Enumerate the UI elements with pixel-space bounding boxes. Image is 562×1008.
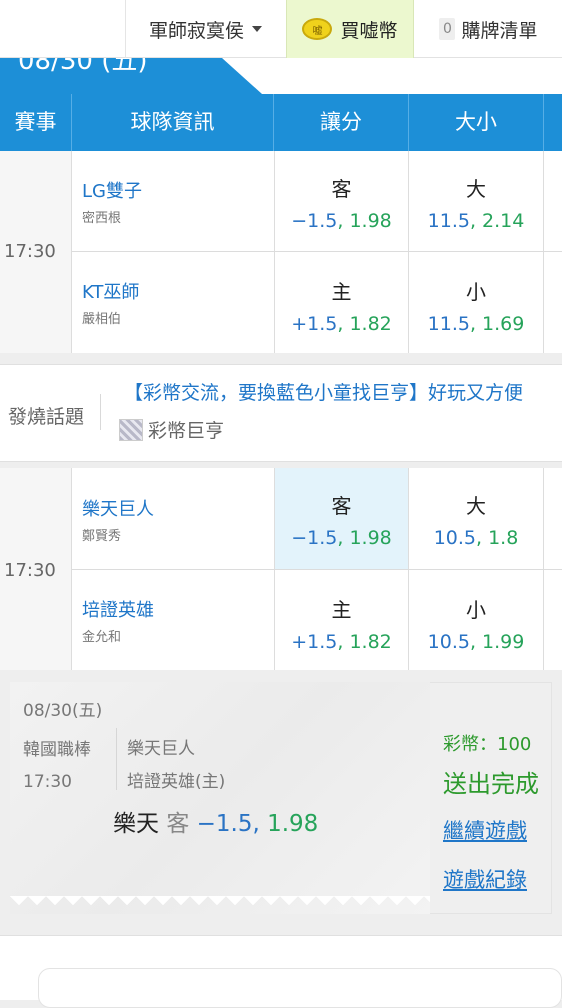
odds-value: 1.82 — [349, 313, 392, 335]
bet-odds: 1.98 — [267, 811, 319, 837]
ticket-team-away: 樂天巨人 — [127, 739, 195, 759]
odds-value: 1.98 — [349, 210, 392, 232]
header-handicap: 讓分 — [274, 94, 409, 151]
ticket-date: 08/30(五) — [23, 701, 103, 721]
pitcher-name: 鄭賢秀 — [82, 529, 122, 544]
side-label: 主 — [331, 598, 352, 622]
coin-icon: 嘘 — [302, 18, 333, 40]
side-label: 客 — [331, 494, 352, 518]
over-under-cell[interactable]: 大 11.5, 2.14 — [409, 151, 543, 251]
submit-status: 送出完成 — [443, 770, 539, 798]
pitcher-name: 密西根 — [82, 211, 122, 226]
team-name[interactable]: 樂天巨人 — [82, 495, 154, 521]
pitcher-name: 金允和 — [82, 630, 122, 645]
avatar — [119, 418, 143, 441]
bet-team: 樂天 — [113, 811, 159, 837]
user-name: 軍師寂寞侯 — [148, 19, 244, 42]
cart-label: 購牌清單 — [461, 19, 538, 42]
game-history-link[interactable]: 遊戲紀錄 — [443, 864, 527, 894]
buy-coins-label: 買嘘幣 — [340, 19, 398, 42]
buy-coins-button[interactable]: 嘘 買嘘幣 — [286, 0, 414, 58]
odds-value: 1.82 — [349, 631, 392, 653]
line-value: −1.5 — [291, 527, 338, 549]
handicap-cell[interactable]: 客 −1.5, 1.98 — [275, 151, 408, 251]
side-label: 大 — [466, 494, 486, 518]
line-value: 11.5 — [427, 210, 470, 232]
odds-value: 1.98 — [349, 527, 392, 549]
line-value: 11.5 — [427, 313, 470, 335]
over-under-cell[interactable]: 小 10.5, 1.99 — [409, 570, 543, 670]
cart-button[interactable]: 0 購牌清單 — [415, 0, 562, 58]
date-tab-label: 08/30 (五) — [18, 58, 148, 76]
handicap-cell[interactable]: 主 +1.5, 1.82 — [275, 252, 408, 353]
line-value: 10.5 — [433, 527, 476, 549]
user-menu[interactable]: 軍師寂寞侯 — [125, 0, 285, 58]
hot-topic-label: 發燒話題 — [8, 406, 85, 428]
team-name[interactable]: LG雙子 — [82, 177, 142, 203]
odds-value: 2.14 — [482, 210, 525, 232]
bottom-card — [38, 968, 562, 1008]
line-value: −1.5 — [291, 210, 338, 232]
ticket-bet-summary: 樂天 客 −1.5, 1.98 — [113, 804, 318, 838]
hot-topic-author[interactable]: 彩幣巨亨 — [119, 416, 224, 443]
game-time: 17:30 — [4, 560, 56, 581]
side-label: 主 — [331, 280, 352, 304]
bet-line: −1.5, — [196, 811, 260, 837]
header-event: 賽事 — [0, 94, 72, 151]
side-label: 客 — [331, 177, 352, 201]
line-value: +1.5 — [291, 631, 338, 653]
side-label: 小 — [466, 280, 486, 304]
odds-value: 1.8 — [488, 527, 519, 549]
game-time: 17:30 — [4, 241, 56, 262]
bet-side: 客 — [166, 811, 190, 837]
team-name[interactable]: 培證英雄 — [82, 596, 154, 622]
odds-value: 1.69 — [482, 313, 525, 335]
handicap-cell-selected[interactable]: 客 −1.5, 1.98 — [275, 468, 408, 569]
table-header: 賽事 球隊資訊 讓分 大小 — [0, 94, 562, 151]
caret-down-icon — [252, 26, 262, 32]
odds-value: 1.99 — [482, 631, 525, 653]
over-under-cell[interactable]: 大 10.5, 1.8 — [409, 468, 543, 569]
ticket-time: 17:30 — [23, 772, 72, 792]
pitcher-name: 嚴相伯 — [82, 312, 122, 327]
line-value: 10.5 — [427, 631, 470, 653]
hot-topic-link[interactable]: 【彩幣交流，要換藍色小童找巨亨】好玩又方便 — [124, 378, 523, 405]
author-name: 彩幣巨亨 — [148, 420, 225, 442]
ticket-league: 韓國職棒 — [23, 740, 91, 760]
cart-count-badge: 0 — [439, 18, 456, 40]
over-under-cell[interactable]: 小 11.5, 1.69 — [409, 252, 543, 353]
continue-game-link[interactable]: 繼續遊戲 — [443, 815, 527, 845]
side-label: 大 — [466, 177, 486, 201]
header-over-under: 大小 — [409, 94, 544, 151]
handicap-cell[interactable]: 主 +1.5, 1.82 — [275, 570, 408, 670]
team-name[interactable]: KT巫師 — [82, 278, 139, 304]
header-team-info: 球隊資訊 — [72, 94, 274, 151]
ticket-team-home: 培證英雄(主) — [127, 772, 226, 792]
line-value: +1.5 — [291, 313, 338, 335]
side-label: 小 — [466, 598, 486, 622]
coins-amount: 彩幣：100 — [443, 734, 532, 755]
